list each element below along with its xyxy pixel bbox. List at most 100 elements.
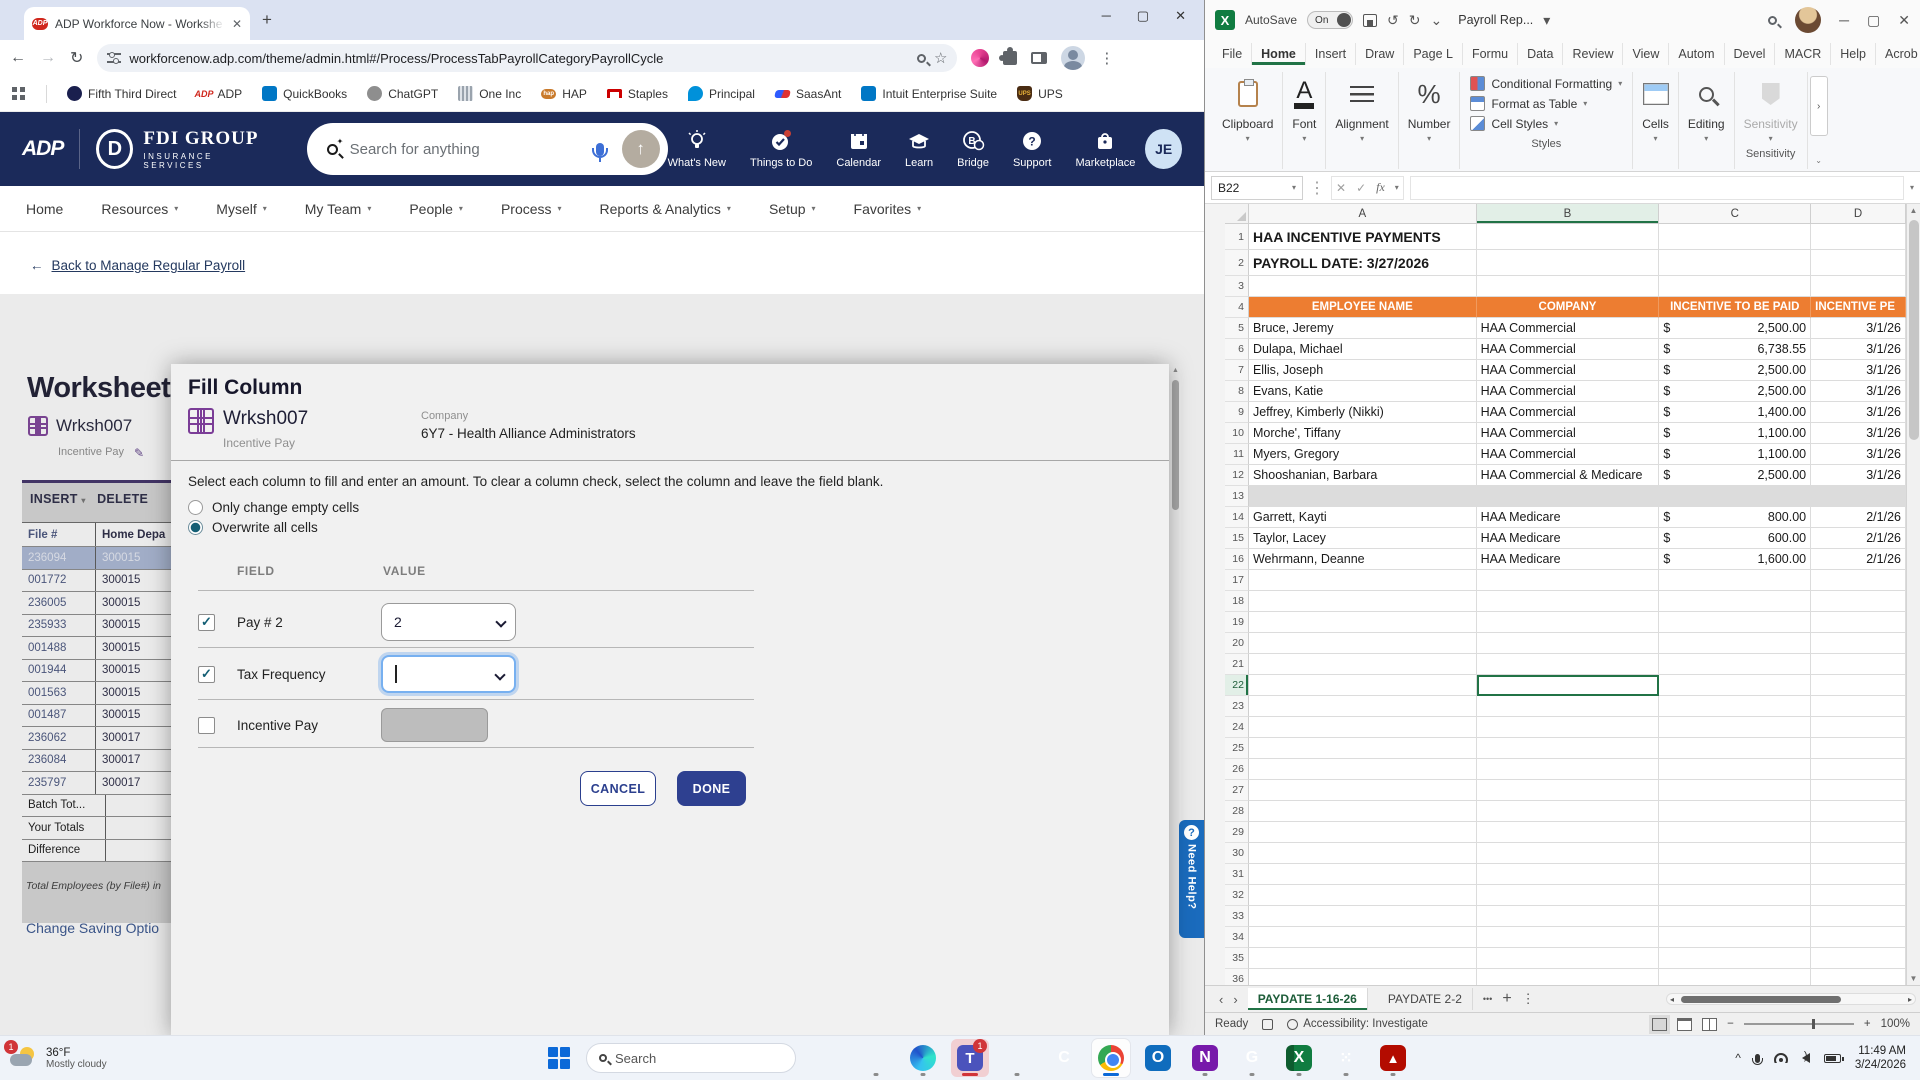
row-header-32[interactable]: 32: [1225, 885, 1249, 906]
taskbar-app-onenote[interactable]: N: [1186, 1039, 1224, 1077]
label-caret-icon[interactable]: ▾: [1543, 12, 1550, 29]
insert-function-icon[interactable]: fx: [1376, 180, 1385, 195]
row-header-12[interactable]: 12: [1225, 465, 1249, 486]
grid-cell[interactable]: 3/1/26: [1811, 444, 1906, 465]
grid-cell[interactable]: HAA Medicare: [1477, 507, 1660, 528]
grid-cell[interactable]: INCENTIVE PE: [1811, 297, 1906, 318]
done-button[interactable]: DONE: [677, 771, 746, 806]
grid-cell[interactable]: [1811, 675, 1906, 696]
ribbon-tab-insert[interactable]: Insert: [1306, 43, 1356, 65]
grid-cell[interactable]: $1,100.00: [1659, 444, 1811, 465]
grid-cell[interactable]: [1249, 654, 1477, 675]
address-bar[interactable]: workforcenow.adp.com/theme/admin.html#/P…: [97, 44, 957, 72]
alignment-group[interactable]: Alignment ▾: [1326, 72, 1398, 169]
ribbon-tab-macr[interactable]: MACR: [1775, 43, 1831, 65]
grid-cell[interactable]: HAA Commercial: [1477, 339, 1660, 360]
bookmark-quickbooks[interactable]: QuickBooks: [262, 86, 347, 101]
grid-cell[interactable]: [1477, 885, 1660, 906]
grid-cell[interactable]: [1477, 948, 1660, 969]
grid-cell[interactable]: [1811, 654, 1906, 675]
grid-cell[interactable]: [1249, 738, 1477, 759]
undo-icon[interactable]: ↺: [1387, 12, 1399, 29]
grid-cell[interactable]: [1659, 801, 1811, 822]
tax-frequency-checkbox[interactable]: ✓: [198, 666, 215, 683]
grid-cell[interactable]: [1477, 864, 1660, 885]
grid-cell[interactable]: Dulapa, Michael: [1249, 339, 1477, 360]
accessibility-status[interactable]: Accessibility: Investigate: [1303, 1018, 1428, 1030]
ribbon-tab-page-l[interactable]: Page L: [1404, 43, 1463, 65]
scrollbar-thumb[interactable]: [1172, 380, 1179, 510]
grid-cell[interactable]: $2,500.00: [1659, 381, 1811, 402]
grid-cell[interactable]: [1659, 717, 1811, 738]
column-header-B[interactable]: B: [1477, 204, 1660, 223]
url-text[interactable]: workforcenow.adp.com/theme/admin.html#/P…: [129, 51, 909, 66]
grid-cell[interactable]: [1659, 612, 1811, 633]
grid-cell[interactable]: [1477, 675, 1660, 696]
grid-cell[interactable]: [1659, 486, 1811, 507]
grid-cell[interactable]: HAA Commercial: [1477, 402, 1660, 423]
redo-icon[interactable]: ↻: [1409, 12, 1421, 29]
document-title[interactable]: Payroll Rep...: [1458, 13, 1533, 27]
grid-cell[interactable]: [1659, 885, 1811, 906]
grid-cell[interactable]: [1477, 780, 1660, 801]
grid-cell[interactable]: Garrett, Kayti: [1249, 507, 1477, 528]
grid-cell[interactable]: [1249, 633, 1477, 654]
grid-cell[interactable]: [1811, 864, 1906, 885]
grid-cell[interactable]: HAA Commercial: [1477, 444, 1660, 465]
taskbar-app-g-app[interactable]: G: [1233, 1039, 1271, 1077]
taskbar-app-file-explorer[interactable]: [857, 1039, 895, 1077]
row-header-15[interactable]: 15: [1225, 528, 1249, 549]
bookmark-saasant[interactable]: SaasAnt: [775, 87, 841, 101]
row-header-3[interactable]: 3: [1225, 276, 1249, 297]
prev-sheet-icon[interactable]: ‹: [1219, 992, 1223, 1007]
quick-access-more-icon[interactable]: ⌄: [1431, 12, 1443, 29]
grid-cell[interactable]: [1249, 948, 1477, 969]
header-item-support[interactable]: ?Support: [1013, 129, 1052, 169]
pay2-select[interactable]: 2: [381, 603, 516, 641]
radio-icon[interactable]: [188, 500, 203, 515]
grid-cell[interactable]: [1811, 276, 1906, 297]
grid-cell[interactable]: [1249, 612, 1477, 633]
header-item-todo[interactable]: Things to Do: [750, 129, 812, 169]
nav-item-home[interactable]: Home: [26, 201, 63, 217]
taskbar-app-excel[interactable]: X: [1280, 1039, 1318, 1077]
header-item-marketplace[interactable]: Marketplace: [1075, 129, 1135, 169]
radio-only-empty-cells[interactable]: Only change empty cells: [188, 500, 359, 515]
grid-cell[interactable]: Wehrmann, Deanne: [1249, 549, 1477, 570]
grid-cell[interactable]: [1249, 717, 1477, 738]
grid-cell[interactable]: 3/1/26: [1811, 318, 1906, 339]
nav-item-resources[interactable]: Resources▾: [101, 201, 178, 217]
grid-cell[interactable]: Taylor, Lacey: [1249, 528, 1477, 549]
browser-menu-icon[interactable]: ⋮: [1099, 49, 1114, 67]
excel-close-button[interactable]: ✕: [1898, 12, 1910, 29]
taskbar-app-remote-pc[interactable]: [998, 1039, 1036, 1077]
grid-cell[interactable]: [1249, 696, 1477, 717]
name-box[interactable]: B22 ▾: [1211, 176, 1303, 200]
ribbon-tab-view[interactable]: View: [1623, 43, 1669, 65]
macro-record-icon[interactable]: [1262, 1019, 1273, 1030]
microphone-tray-icon[interactable]: [1755, 1054, 1760, 1063]
zoom-icon[interactable]: [917, 54, 926, 63]
grid-cell[interactable]: [1811, 612, 1906, 633]
bookmark-fifththird[interactable]: Fifth Third Direct: [67, 86, 176, 101]
excel-maximize-button[interactable]: ▢: [1867, 12, 1880, 29]
grid-cell[interactable]: [1477, 591, 1660, 612]
start-button[interactable]: [548, 1047, 570, 1069]
refresh-button[interactable]: ↻: [70, 48, 83, 68]
row-header-16[interactable]: 16: [1225, 549, 1249, 570]
row-header-2[interactable]: 2: [1225, 250, 1249, 276]
grid-cell[interactable]: [1811, 927, 1906, 948]
row-header-35[interactable]: 35: [1225, 948, 1249, 969]
grid-cell[interactable]: [1477, 759, 1660, 780]
grid-cell[interactable]: [1477, 250, 1660, 276]
excel-user-avatar[interactable]: [1795, 7, 1821, 33]
editing-group[interactable]: Editing ▾: [1679, 72, 1735, 169]
sheet-tab-paydate-2-2[interactable]: PAYDATE 2-2: [1378, 988, 1473, 1010]
grid-cell[interactable]: [1811, 570, 1906, 591]
header-item-learn[interactable]: Learn: [905, 129, 933, 169]
ribbon-tab-acrob[interactable]: Acrob: [1876, 43, 1920, 65]
grid-cell[interactable]: [1811, 633, 1906, 654]
grid-cell[interactable]: 2/1/26: [1811, 528, 1906, 549]
grid-cell[interactable]: 3/1/26: [1811, 423, 1906, 444]
grid-cell[interactable]: HAA Commercial: [1477, 318, 1660, 339]
